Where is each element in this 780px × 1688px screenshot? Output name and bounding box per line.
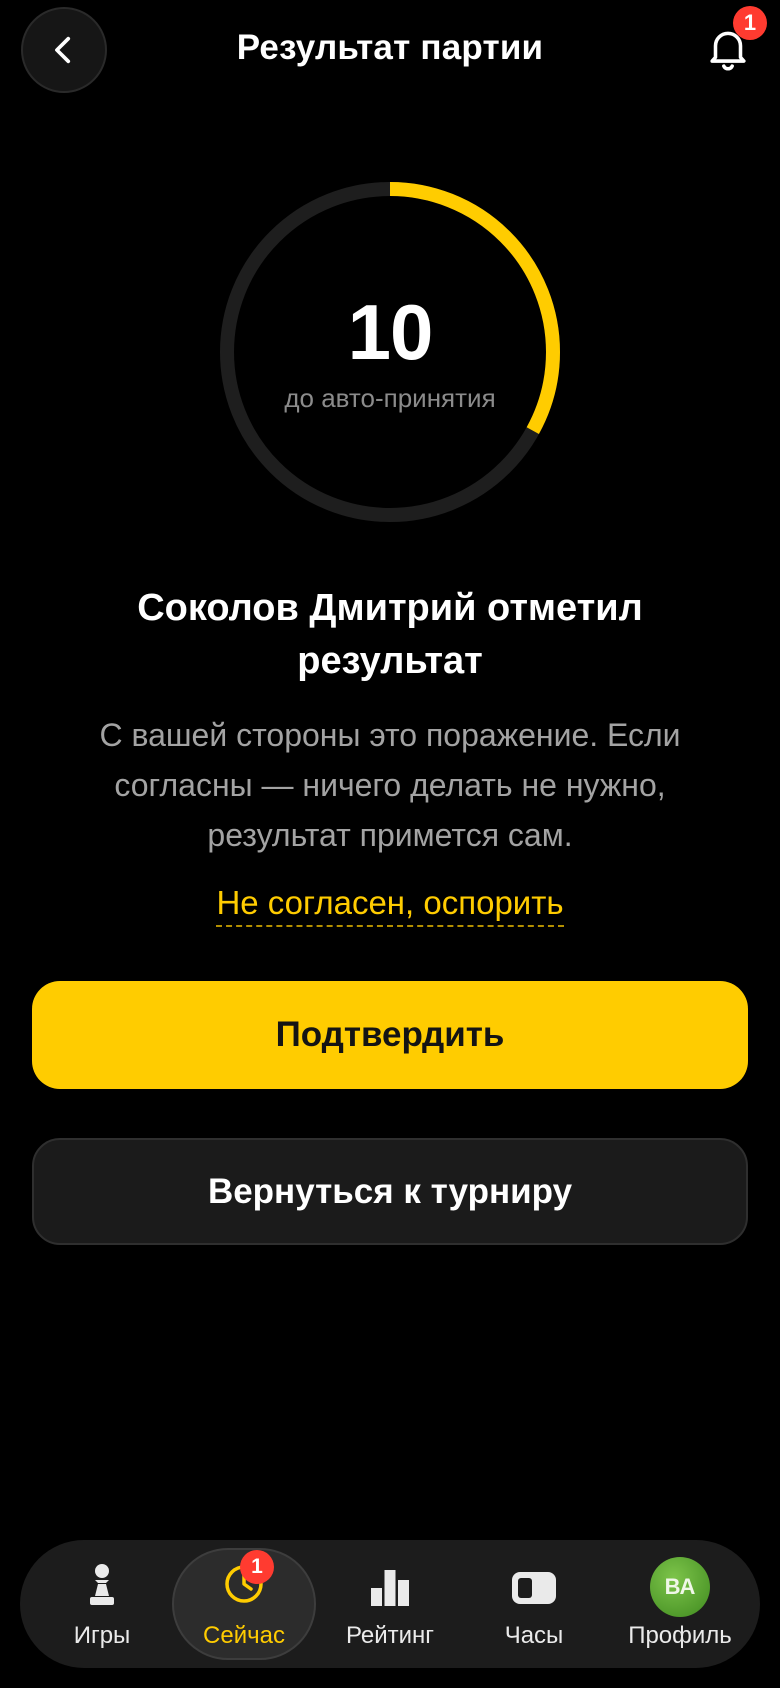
result-headline: Соколов Дмитрий отметил результат: [137, 587, 643, 682]
tab-label: Игры: [73, 1622, 131, 1649]
notifications-badge: 1: [733, 6, 767, 40]
avatar: ВА: [650, 1557, 710, 1617]
bar-chart-icon: [371, 1570, 409, 1606]
game-result-screen: Результат партии 1 10 до авто-принятия С…: [0, 0, 780, 1688]
return-to-tournament-button[interactable]: Вернуться к турниру: [32, 1138, 748, 1245]
tab-clock[interactable]: Часы: [462, 1540, 606, 1668]
confirm-button[interactable]: Подтвердить: [32, 981, 748, 1089]
tab-profile[interactable]: ВА Профиль: [608, 1540, 752, 1668]
tab-label: Сейчас: [203, 1622, 285, 1649]
dispute-link-container: Не согласен, оспорить: [0, 884, 780, 927]
tab-rating[interactable]: Рейтинг: [318, 1540, 462, 1668]
tab-games[interactable]: Игры: [30, 1540, 174, 1668]
dispute-link[interactable]: Не согласен, оспорить: [216, 884, 564, 927]
now-tab-badge: 1: [240, 1550, 274, 1584]
countdown-caption: до авто-принятия: [284, 383, 496, 413]
tab-bar: Игры Сейчас Рейтинг Часы ВА Профиль: [20, 1540, 760, 1668]
pawn-icon: [90, 1564, 114, 1605]
chess-clock-icon: [512, 1572, 556, 1604]
countdown-seconds: 10: [347, 288, 434, 376]
tab-label: Профиль: [628, 1622, 732, 1649]
tab-label: Рейтинг: [345, 1622, 435, 1649]
page-title: Результат партии: [236, 28, 544, 67]
result-description: С вашей стороны это поражение. Если согл…: [99, 717, 681, 853]
tab-label: Часы: [504, 1622, 564, 1649]
header: Результат партии 1: [0, 0, 780, 110]
countdown-timer: 10 до авто-принятия: [217, 179, 563, 525]
